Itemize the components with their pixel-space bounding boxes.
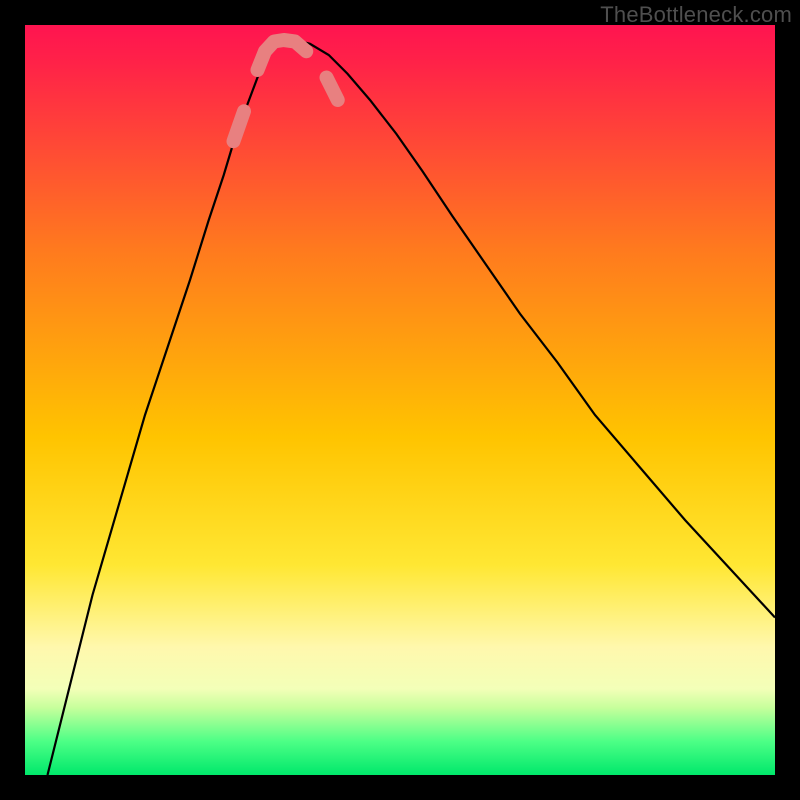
chart-svg bbox=[25, 25, 775, 775]
marker-segment bbox=[234, 111, 245, 141]
chart-frame: TheBottleneck.com bbox=[0, 0, 800, 800]
plot-area bbox=[25, 25, 775, 775]
watermark-text: TheBottleneck.com bbox=[600, 2, 792, 28]
